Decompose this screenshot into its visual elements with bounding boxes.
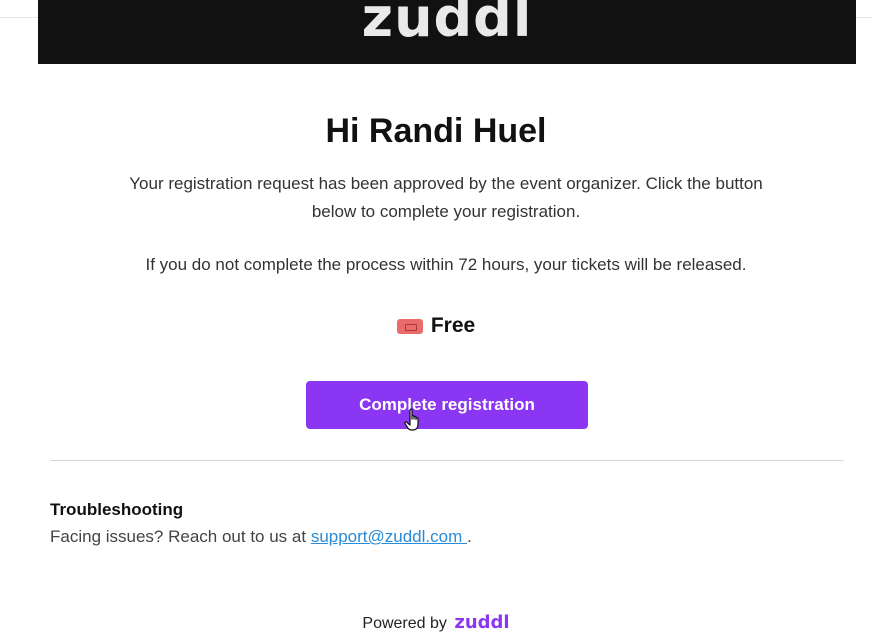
ticket-type: Free [0, 314, 872, 339]
approval-message: Your registration request has been appro… [129, 174, 763, 221]
powered-by-footer: Powered by zuddl [0, 612, 872, 633]
email-banner: zuddl [38, 0, 856, 64]
zuddl-logo: zuddl [361, 0, 533, 49]
expiry-notice: If you do not complete the process withi… [145, 255, 747, 274]
ticket-icon [396, 318, 423, 334]
greeting-heading: Hi Randi Huel [325, 112, 547, 150]
troubleshooting-suffix: . [466, 527, 472, 546]
ticket-type-row: Free [396, 314, 476, 338]
section-divider [50, 460, 844, 461]
hand-cursor-icon [404, 408, 419, 431]
support-email-link[interactable]: support@zuddl.com [311, 527, 467, 546]
powered-by-text: Powered by [362, 615, 447, 632]
ticket-label: Free [430, 314, 476, 337]
troubleshooting-prefix: Facing issues? Reach out to us at [50, 527, 311, 546]
complete-registration-button[interactable]: Complete registration [306, 381, 588, 429]
troubleshooting-text: Facing issues? Reach out to us at suppor… [50, 527, 472, 547]
footer-zuddl-logo: zuddl [454, 612, 510, 633]
troubleshooting-heading: Troubleshooting [50, 500, 184, 519]
